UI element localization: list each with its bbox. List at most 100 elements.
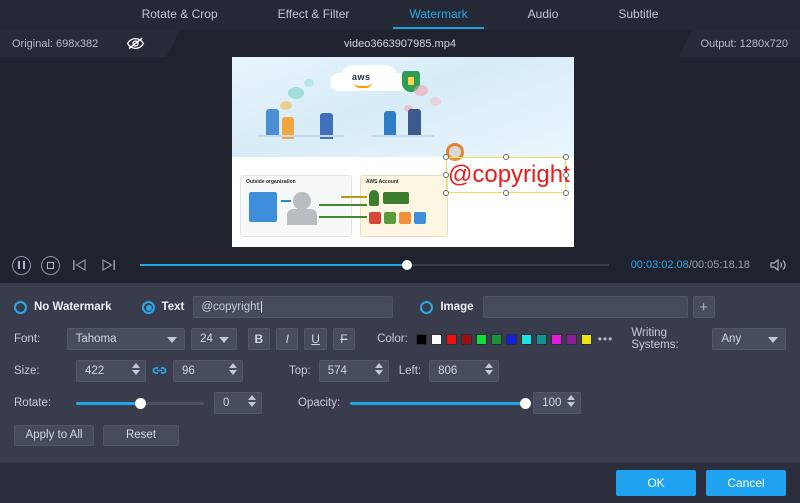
color-swatch-6[interactable] (506, 334, 517, 345)
bold-button[interactable]: B (248, 328, 270, 350)
color-swatch-11[interactable] (581, 334, 592, 345)
video-preview[interactable]: aws Outside organization (232, 57, 574, 247)
stop-icon[interactable] (41, 256, 60, 275)
font-family-value: Tahoma (76, 333, 117, 345)
left-stepper[interactable] (485, 363, 493, 375)
tab-bar: Rotate & Crop Effect & Filter Watermark … (0, 0, 800, 30)
color-swatch-10[interactable] (566, 334, 577, 345)
chevron-down-icon (219, 337, 229, 343)
rotate-slider[interactable] (76, 396, 204, 410)
radio-no-watermark[interactable] (14, 301, 27, 314)
top-value: 574 (328, 365, 347, 377)
size-width-stepper[interactable] (132, 363, 140, 375)
top-input[interactable]: 574 (319, 360, 389, 382)
watermark-editor-window: Rotate & Crop Effect & Filter Watermark … (0, 0, 800, 503)
opacity-slider[interactable] (350, 396, 525, 410)
font-family-select[interactable]: Tahoma (67, 328, 186, 350)
size-width-input[interactable]: 422 (76, 360, 146, 382)
text-caret (261, 301, 262, 313)
resize-handle[interactable] (563, 172, 569, 178)
reset-button[interactable]: Reset (103, 425, 179, 446)
chevron-down-icon (167, 337, 177, 343)
color-swatch-8[interactable] (536, 334, 547, 345)
cancel-button[interactable]: Cancel (706, 470, 786, 496)
watermark-text-input[interactable]: @copyright (193, 296, 393, 318)
seek-fill (140, 264, 407, 266)
add-image-button[interactable]: + (693, 296, 715, 318)
player-controls: 00:03:02.08/00:05:18.18 (0, 247, 800, 283)
link-chain-icon[interactable] (152, 364, 167, 379)
geometry-row: Size: 422 96 Top: 574 Left: (14, 357, 786, 385)
color-swatch-2[interactable] (446, 334, 457, 345)
aws-account-label: AWS Account (366, 179, 399, 185)
tab-rotate-crop[interactable]: Rotate & Crop (112, 0, 248, 29)
radio-text-watermark[interactable] (142, 301, 155, 314)
resize-handle[interactable] (563, 154, 569, 160)
radio-image-watermark[interactable] (420, 301, 433, 314)
more-colors-button[interactable]: ••• (598, 332, 614, 346)
outside-organization-box: Outside organization (240, 175, 352, 237)
writing-systems-value: Any (721, 333, 741, 345)
next-frame-icon[interactable] (99, 256, 118, 275)
rotate-value: 0 (223, 397, 229, 409)
font-row: Font: Tahoma 24 B I U F Color: ••• Writi… (14, 325, 786, 353)
resize-handle[interactable] (443, 154, 449, 160)
resize-handle[interactable] (503, 154, 509, 160)
person-figure (266, 109, 279, 137)
apply-to-all-button[interactable]: Apply to All (14, 425, 94, 446)
output-size-label: Output: 1280x720 (701, 38, 788, 50)
previous-frame-icon[interactable] (70, 256, 89, 275)
underline-button[interactable]: U (304, 328, 326, 350)
opacity-input[interactable]: 100 (533, 392, 581, 414)
text-watermark-label[interactable]: Text (162, 301, 185, 313)
resize-handle[interactable] (443, 172, 449, 178)
color-swatch-5[interactable] (491, 334, 502, 345)
color-swatch-0[interactable] (416, 334, 427, 345)
resource-icon (414, 212, 426, 224)
rotate-stepper[interactable] (248, 395, 256, 407)
tab-audio[interactable]: Audio (498, 0, 589, 29)
font-size-value: 24 (200, 333, 213, 345)
rotate-input[interactable]: 0 (214, 392, 262, 414)
size-height-stepper[interactable] (229, 363, 237, 375)
volume-icon[interactable] (770, 258, 788, 272)
resize-handle[interactable] (443, 190, 449, 196)
decor-blob (304, 79, 314, 87)
tab-watermark[interactable]: Watermark (379, 0, 497, 29)
arrow-line (341, 196, 367, 198)
color-swatch-7[interactable] (521, 334, 532, 345)
strikethrough-button[interactable]: F (333, 328, 355, 350)
top-stepper[interactable] (375, 363, 383, 375)
policy-icon (383, 192, 409, 204)
color-swatch-9[interactable] (551, 334, 562, 345)
person-figure (384, 111, 396, 137)
watermark-preview-text: @copyright (448, 161, 566, 189)
seek-handle[interactable] (402, 260, 412, 270)
font-size-select[interactable]: 24 (191, 328, 237, 350)
total-time: 00:05:18.18 (692, 259, 750, 271)
color-swatch-4[interactable] (476, 334, 487, 345)
image-watermark-label[interactable]: Image (440, 301, 473, 313)
rotate-slider-handle[interactable] (135, 398, 146, 409)
italic-button[interactable]: I (276, 328, 298, 350)
pause-icon[interactable] (12, 256, 31, 275)
resize-handle[interactable] (563, 190, 569, 196)
watermark-image-input[interactable] (483, 296, 688, 318)
left-input[interactable]: 806 (429, 360, 499, 382)
size-height-input[interactable]: 96 (173, 360, 243, 382)
seek-bar[interactable] (140, 256, 609, 275)
tab-effect-filter[interactable]: Effect & Filter (248, 0, 380, 29)
video-stage: aws Outside organization (0, 57, 800, 247)
opacity-stepper[interactable] (567, 395, 575, 407)
writing-systems-select[interactable]: Any (712, 328, 786, 350)
opacity-slider-handle[interactable] (520, 398, 531, 409)
color-swatch-1[interactable] (431, 334, 442, 345)
color-swatch-3[interactable] (461, 334, 472, 345)
desk-line (372, 135, 434, 137)
opacity-slider-fill (350, 402, 525, 405)
resize-handle[interactable] (503, 190, 509, 196)
size-label: Size: (14, 365, 76, 377)
tab-subtitle[interactable]: Subtitle (588, 0, 688, 29)
ok-button[interactable]: OK (616, 470, 696, 496)
no-watermark-label[interactable]: No Watermark (34, 301, 112, 313)
